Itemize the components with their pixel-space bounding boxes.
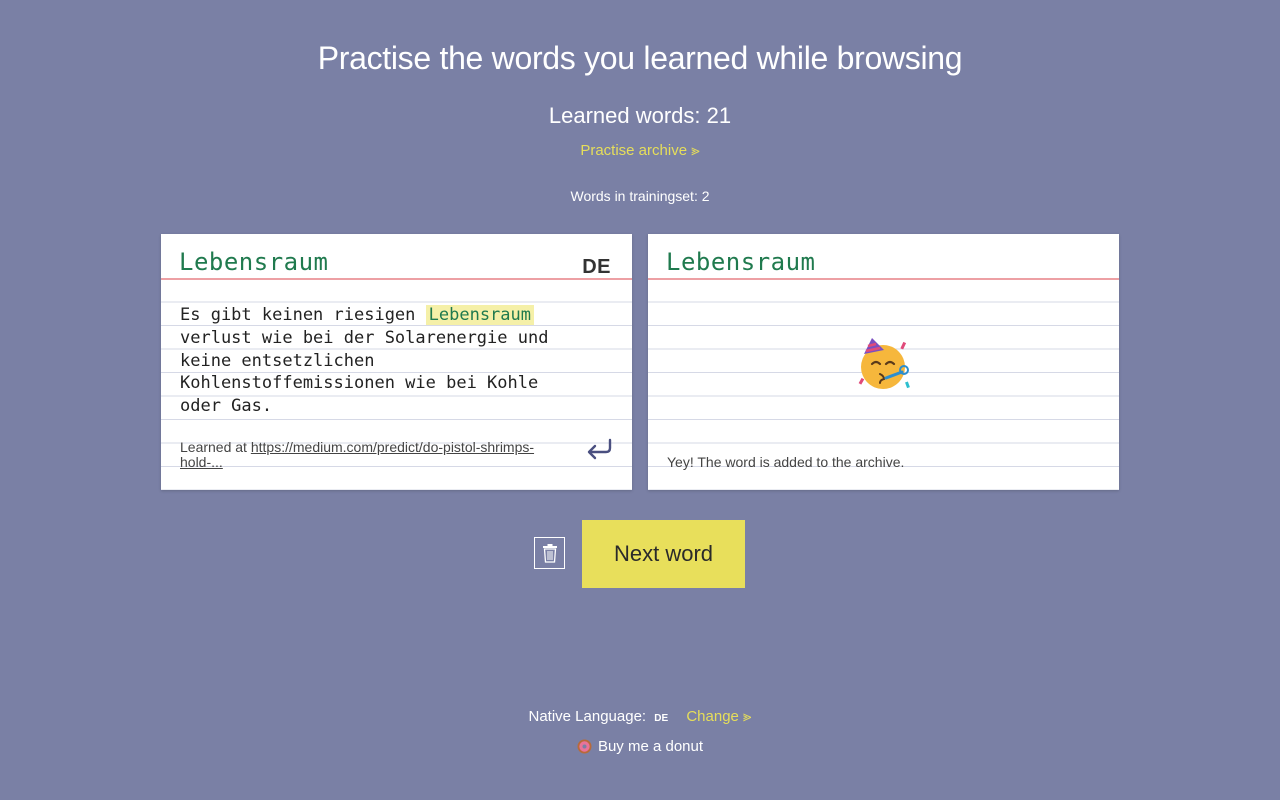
native-language-row: Native Language: DE Change ⪢	[0, 708, 1280, 725]
return-arrow-icon[interactable]	[584, 434, 614, 462]
native-language-label: Native Language:	[528, 708, 647, 725]
page-title: Practise the words you learned while bro…	[317, 40, 963, 76]
donut-icon	[577, 739, 592, 758]
word-card-front: Lebensraum DE Es gibt keinen riesigen Le…	[161, 234, 632, 490]
learned-at-source: Learned at https://medium.com/predict/do…	[180, 440, 560, 470]
word-card-result: Lebensraum Yey! The word is added to the…	[648, 234, 1119, 490]
card-language-badge: DE	[582, 256, 611, 278]
practise-archive-link[interactable]: Practise archive ⪢	[0, 142, 1280, 159]
sentence-before: Es gibt keinen riesigen	[180, 305, 426, 325]
donut-label: Buy me a donut	[597, 738, 704, 755]
learned-words-count: Learned words: 21	[548, 103, 732, 128]
practise-page: Practise the words you learned while bro…	[0, 0, 1280, 800]
trash-icon	[543, 544, 557, 563]
sentence-after: verlust wie bei der Solarenergie und kei…	[180, 327, 549, 417]
party-face-icon	[854, 334, 914, 394]
delete-word-button[interactable]	[534, 537, 565, 569]
next-word-button[interactable]: Next word	[582, 520, 745, 588]
learned-at-label: Learned at	[180, 439, 251, 455]
card-word: Lebensraum	[179, 248, 329, 276]
card-margin-line	[161, 278, 632, 280]
card-word: Lebensraum	[666, 248, 816, 276]
example-sentence: Es gibt keinen riesigen Lebensraum verlu…	[180, 304, 570, 418]
native-language-value: DE	[654, 713, 669, 724]
card-margin-line	[648, 278, 1119, 280]
sentence-highlight: Lebensraum	[425, 305, 534, 325]
archive-confirmation: Yey! The word is added to the archive.	[667, 454, 905, 470]
change-language-link[interactable]: Change ⪢	[686, 708, 751, 725]
buy-donut-link[interactable]: Buy me a donut	[0, 738, 1280, 758]
trainingset-count: Words in trainingset: 2	[570, 188, 710, 204]
